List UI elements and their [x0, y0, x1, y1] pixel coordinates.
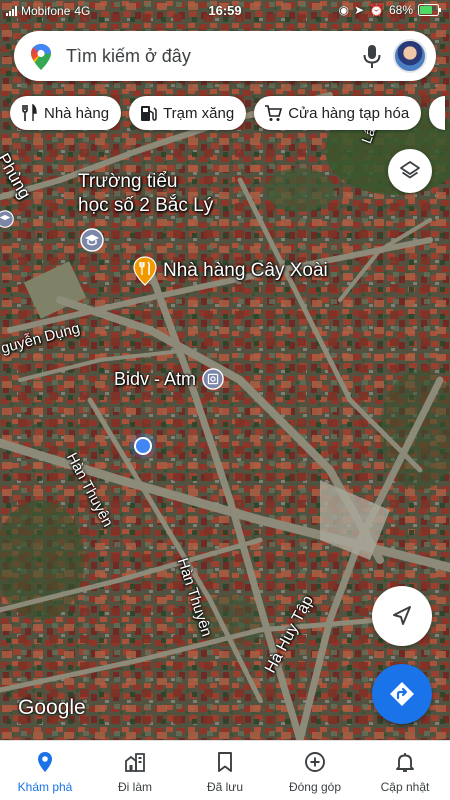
search-bar[interactable]: Tìm kiếm ở đây [14, 31, 436, 81]
search-input[interactable]: Tìm kiếm ở đây [66, 46, 191, 67]
directions-button[interactable] [372, 664, 432, 724]
school-icon [0, 210, 14, 228]
nav-contribute-label: Đóng góp [288, 780, 342, 794]
poi-bank[interactable]: Bidv - Atm [114, 368, 224, 390]
nav-contribute[interactable]: Đóng góp [270, 741, 360, 800]
poi-restaurant-label: Nhà hàng Cây Xoài [163, 260, 328, 281]
chip-gas-stations-label: Trạm xăng [163, 104, 235, 122]
poi-school-marker[interactable] [80, 228, 104, 252]
bottom-navigation: Khám phá Đi làm Đã lưu Đóng góp Cập nhật [0, 740, 450, 800]
nav-saved-label: Đã lưu [206, 780, 244, 794]
google-attribution: Google [18, 696, 86, 719]
microphone-icon[interactable] [362, 44, 382, 70]
layers-button[interactable] [388, 149, 432, 193]
poi-bank-label: Bidv - Atm [114, 368, 197, 389]
chip-overflow[interactable] [429, 96, 446, 130]
school-icon [80, 228, 104, 252]
status-bar: Mobifone 4G 16:59 ◉ ➤ ⏰ 68% [0, 0, 450, 22]
navigation-arrow-icon [393, 606, 411, 625]
shopping-cart-icon [265, 105, 283, 121]
google-maps-logo-icon [31, 44, 51, 70]
directions-icon [390, 682, 414, 706]
nav-commute[interactable]: Đi làm [90, 741, 180, 800]
current-location-dot [130, 433, 156, 459]
chip-gas-stations[interactable]: Trạm xăng [129, 96, 247, 130]
chip-restaurants-label: Nhà hàng [44, 104, 110, 122]
nav-saved[interactable]: Đã lưu [180, 741, 270, 800]
category-chips: Nhà hàng Trạm xăng Cửa hàng tạp hóa [10, 96, 446, 130]
location-services-icon: ◉ [338, 3, 349, 17]
gas-station-icon [141, 106, 157, 121]
chip-restaurants[interactable]: Nhà hàng [10, 96, 122, 130]
restaurant-icon [22, 104, 37, 121]
chip-groceries-label: Cửa hàng tạp hóa [288, 104, 410, 122]
layers-icon [400, 161, 420, 179]
poi-restaurant[interactable]: Nhà hàng Cây Xoài [133, 256, 328, 286]
nav-commute-label: Đi làm [117, 780, 152, 794]
explore-pin-icon [38, 752, 52, 772]
poi-school-label[interactable]: Trường tiểu học số 2 Bắc Lý [78, 170, 213, 218]
battery-percent: 68% [388, 3, 413, 17]
bell-icon [396, 753, 414, 772]
commute-icon [125, 753, 145, 772]
add-circle-icon [305, 752, 325, 772]
location-arrow-icon: ➤ [353, 3, 365, 17]
chip-groceries[interactable]: Cửa hàng tạp hóa [254, 96, 422, 130]
nav-updates-label: Cập nhật [380, 780, 430, 794]
nav-explore[interactable]: Khám phá [0, 741, 90, 800]
bank-icon [202, 368, 224, 390]
nav-explore-label: Khám phá [17, 780, 73, 794]
poi-school-marker-left[interactable] [0, 210, 14, 228]
battery-icon [418, 4, 441, 16]
nav-updates[interactable]: Cập nhật [360, 741, 450, 800]
account-avatar[interactable] [393, 39, 427, 73]
restaurant-pin-icon [133, 256, 157, 286]
bookmark-icon [218, 752, 232, 772]
my-location-button[interactable] [372, 586, 432, 646]
alarm-icon: ⏰ [369, 3, 384, 17]
status-right: ◉ ➤ ⏰ 68% [338, 3, 442, 17]
